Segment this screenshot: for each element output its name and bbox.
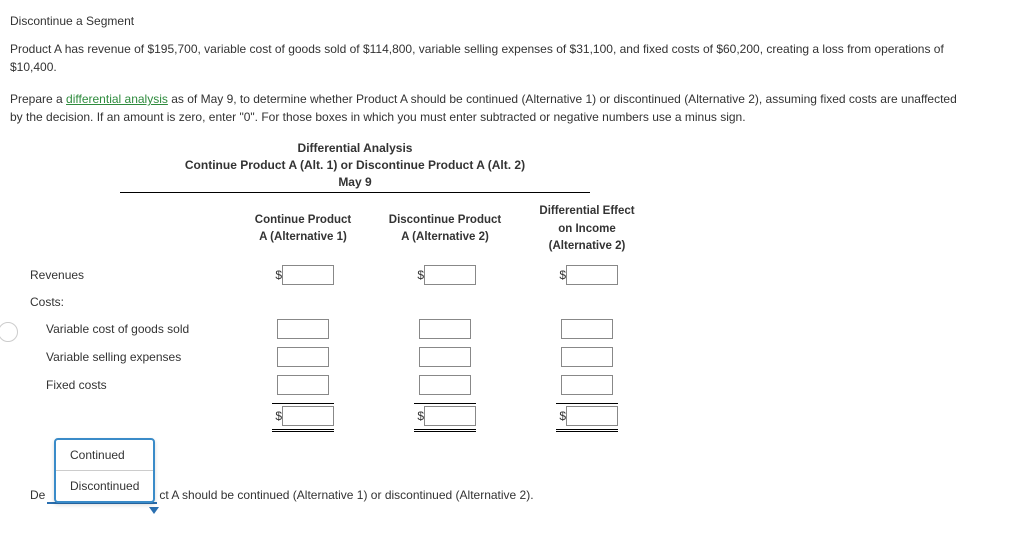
- analysis-section: Differential Analysis Continue Product A…: [120, 140, 1000, 430]
- dollar-sign: $: [272, 266, 282, 284]
- check-answer-icon[interactable]: [0, 322, 18, 342]
- option-continued[interactable]: Continued: [56, 440, 153, 471]
- col-header-diff: Differential Effect on Income (Alternati…: [516, 201, 658, 261]
- fixed-alt2-input[interactable]: [419, 375, 471, 395]
- total-alt2-input[interactable]: [424, 406, 476, 426]
- text: on Income: [558, 223, 616, 235]
- amount-loss: $10,400: [10, 60, 53, 74]
- analysis-subtitle: Continue Product A (Alt. 1) or Discontin…: [120, 157, 590, 174]
- col-header-alt2: Discontinue Product A (Alternative 2): [374, 201, 516, 261]
- analysis-header: Differential Analysis Continue Product A…: [120, 140, 590, 195]
- text: , variable selling expenses of: [412, 42, 569, 56]
- text: De: [30, 488, 45, 502]
- amount-revenue: $195,700: [147, 42, 197, 56]
- row-costs-label: Costs:: [30, 289, 232, 315]
- fixed-diff-input[interactable]: [561, 375, 613, 395]
- col-header-alt1: Continue Product A (Alternative 1): [232, 201, 374, 261]
- dollar-sign: $: [272, 407, 282, 425]
- text: , variable cost of goods sold of: [198, 42, 363, 56]
- text: (Alternative 2): [549, 240, 626, 252]
- instructions-paragraph: Prepare a differential analysis as of Ma…: [10, 90, 970, 126]
- vcogs-alt1-input[interactable]: [277, 319, 329, 339]
- text: A (Alternative 2): [401, 231, 489, 243]
- text: Differential Effect: [539, 205, 634, 217]
- analysis-date: May 9: [120, 174, 590, 191]
- amount-vsell: $31,100: [570, 42, 613, 56]
- text: Discontinue Product: [389, 214, 501, 226]
- decision-dropdown-popup: Continued Discontinued: [54, 438, 155, 503]
- vsell-alt2-input[interactable]: [419, 347, 471, 367]
- text: Continue Product: [255, 214, 351, 226]
- row-fixed-label: Fixed costs: [30, 371, 232, 399]
- dollar-sign: $: [556, 407, 566, 425]
- text: , and fixed costs of: [613, 42, 716, 56]
- analysis-table: Continue Product A (Alternative 1) Disco…: [30, 201, 658, 430]
- page-title: Discontinue a Segment: [10, 12, 1000, 30]
- dollar-sign: $: [556, 266, 566, 284]
- total-diff-input[interactable]: [566, 406, 618, 426]
- row-vcogs-label: Variable cost of goods sold: [30, 315, 232, 343]
- text: A (Alternative 1): [259, 231, 347, 243]
- revenues-diff-input[interactable]: [566, 265, 618, 285]
- text: , creating a loss from operations of: [760, 42, 944, 56]
- dollar-sign: $: [414, 407, 424, 425]
- text: Prepare a: [10, 92, 66, 106]
- text: Product A has revenue of: [10, 42, 147, 56]
- total-alt1-input[interactable]: [282, 406, 334, 426]
- amount-vcogs: $114,800: [363, 42, 412, 56]
- row-total-label: [30, 399, 232, 430]
- revenues-alt1-input[interactable]: [282, 265, 334, 285]
- dollar-sign: $: [414, 266, 424, 284]
- vsell-alt1-input[interactable]: [277, 347, 329, 367]
- vcogs-diff-input[interactable]: [561, 319, 613, 339]
- amount-fixed: $60,200: [716, 42, 759, 56]
- revenues-alt2-input[interactable]: [424, 265, 476, 285]
- analysis-title: Differential Analysis: [120, 140, 590, 157]
- vsell-diff-input[interactable]: [561, 347, 613, 367]
- text: .: [53, 60, 56, 74]
- fixed-alt1-input[interactable]: [277, 375, 329, 395]
- option-discontinued[interactable]: Discontinued: [56, 471, 153, 501]
- vcogs-alt2-input[interactable]: [419, 319, 471, 339]
- intro-paragraph: Product A has revenue of $195,700, varia…: [10, 40, 970, 76]
- decision-area: Continued Discontinued Dect A should be …: [30, 442, 1000, 460]
- differential-analysis-link[interactable]: differential analysis: [66, 92, 168, 106]
- row-vsell-label: Variable selling expenses: [30, 343, 232, 371]
- decision-sentence: De ct A should be continued (Alternative …: [30, 486, 1000, 504]
- text: ct A should be continued (Alternative 1)…: [159, 488, 533, 502]
- row-revenues-label: Revenues: [30, 261, 232, 289]
